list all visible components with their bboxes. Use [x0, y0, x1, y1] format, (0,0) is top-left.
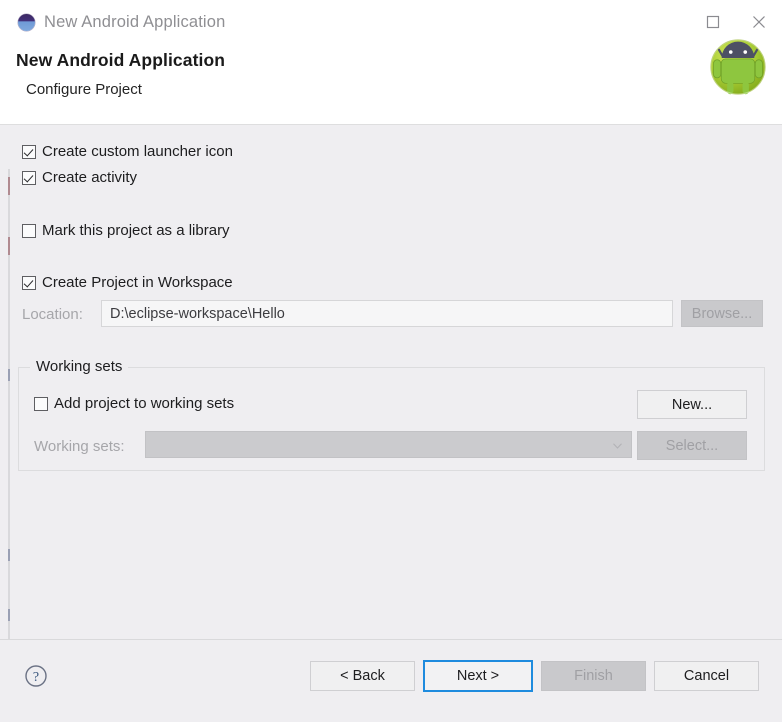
- checkbox-create-activity[interactable]: Create activity: [22, 169, 137, 186]
- android-robot-icon: [710, 39, 766, 95]
- title-bar: New Android Application: [0, 0, 782, 44]
- footer-button-group: < Back Next > Finish Cancel: [310, 660, 759, 692]
- dialog-footer: ? < Back Next > Finish Cancel: [0, 639, 782, 722]
- select-working-set-button[interactable]: Select...: [637, 431, 747, 460]
- checkbox-box[interactable]: [22, 144, 36, 159]
- checkbox-label: Mark this project as a library: [42, 222, 230, 239]
- maximize-icon: [706, 15, 720, 29]
- location-input[interactable]: D:\eclipse-workspace\Hello: [101, 300, 673, 327]
- checkbox-label: Add project to working sets: [54, 395, 235, 412]
- help-icon[interactable]: ?: [24, 664, 48, 688]
- finish-button[interactable]: Finish: [541, 661, 646, 691]
- checkbox-label: Create activity: [42, 169, 138, 186]
- checkbox-mark-project-as-library[interactable]: Mark this project as a library: [22, 222, 230, 239]
- chevron-down-icon: [613, 436, 622, 454]
- location-value: D:\eclipse-workspace\Hello: [110, 305, 285, 322]
- working-sets-select-label: Working sets:: [34, 438, 125, 455]
- checkbox-box[interactable]: [34, 396, 48, 411]
- checkbox-create-custom-launcher-icon[interactable]: Create custom launcher icon: [22, 143, 233, 160]
- location-label-text: Location:: [22, 306, 83, 323]
- checkbox-create-project-in-workspace[interactable]: Create Project in Workspace: [22, 274, 233, 291]
- back-button[interactable]: < Back: [310, 661, 415, 691]
- new-android-application-dialog: New Android Application New Android Appl…: [0, 0, 782, 722]
- working-sets-legend: Working sets: [30, 358, 129, 375]
- checkbox-label: Create custom launcher icon: [42, 143, 233, 160]
- wizard-header: New Android Application Configure Projec…: [0, 39, 782, 125]
- checkbox-label: Create Project in Workspace: [42, 274, 233, 291]
- page-title: New Android Application: [16, 50, 226, 70]
- working-sets-combo[interactable]: [145, 431, 632, 458]
- working-sets-label-text: Working sets:: [34, 438, 125, 455]
- browse-button[interactable]: Browse...: [681, 300, 763, 327]
- location-label: Location:: [22, 306, 83, 323]
- checkbox-box[interactable]: [22, 170, 36, 185]
- checkbox-box[interactable]: [22, 275, 36, 290]
- window-title: New Android Application: [44, 12, 226, 31]
- wizard-content: Create custom launcher icon Create activ…: [0, 125, 782, 639]
- svg-text:?: ?: [33, 670, 39, 685]
- close-icon: [753, 16, 765, 28]
- checkbox-box[interactable]: [22, 223, 36, 238]
- new-working-set-button[interactable]: New...: [637, 390, 747, 419]
- android-circle-icon: [18, 13, 35, 31]
- page-subtitle: Configure Project: [26, 81, 142, 98]
- next-button[interactable]: Next >: [423, 660, 533, 692]
- cancel-button[interactable]: Cancel: [654, 661, 759, 691]
- checkbox-add-project-to-working-sets[interactable]: Add project to working sets: [34, 395, 234, 412]
- left-edge-strip: [8, 169, 10, 639]
